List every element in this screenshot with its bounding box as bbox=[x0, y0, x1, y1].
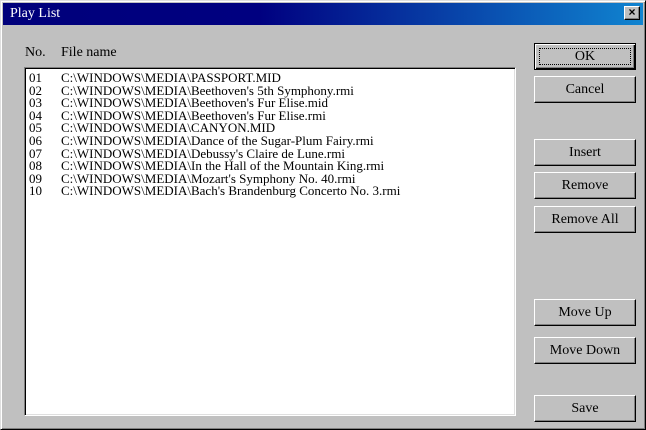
playlist-listbox[interactable]: 01 C:\WINDOWS\MEDIA\PASSPORT.MID 02 C:\WIND… bbox=[24, 67, 516, 416]
list-item-path: C:\WINDOWS\MEDIA\Bach's Brandenburg Conc… bbox=[61, 183, 401, 199]
column-header-no: No. bbox=[25, 45, 46, 60]
insert-button[interactable]: Insert bbox=[534, 139, 636, 166]
playlist: 01 C:\WINDOWS\MEDIA\PASSPORT.MID 02 C:\WIND… bbox=[29, 71, 511, 198]
list-item[interactable]: 10 C:\WINDOWS\MEDIA\Bach's Brandenburg Co… bbox=[29, 185, 511, 198]
list-item-number: 10 bbox=[29, 183, 42, 199]
move-up-button[interactable]: Move Up bbox=[534, 299, 636, 326]
column-header-file-name: File name bbox=[61, 45, 117, 60]
close-icon[interactable]: × bbox=[624, 6, 640, 20]
save-button[interactable]: Save bbox=[534, 395, 636, 422]
play-list-dialog: Play List × No. File name 01 C:\WINDOWS\M… bbox=[0, 0, 646, 430]
move-down-button[interactable]: Move Down bbox=[534, 337, 636, 364]
ok-button-label: OK bbox=[539, 48, 631, 65]
title-bar[interactable]: Play List × bbox=[3, 3, 643, 25]
remove-button[interactable]: Remove bbox=[534, 172, 636, 199]
remove-all-button[interactable]: Remove All bbox=[534, 206, 636, 233]
ok-button[interactable]: OK bbox=[534, 43, 636, 70]
cancel-button[interactable]: Cancel bbox=[534, 76, 636, 103]
window-title: Play List bbox=[10, 6, 61, 21]
